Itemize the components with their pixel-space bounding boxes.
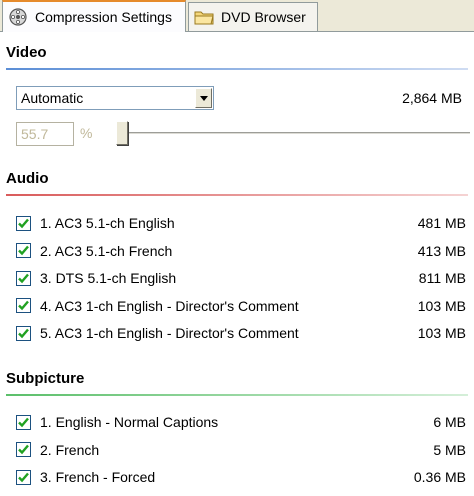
subpicture-track-size: 6 MB (433, 414, 466, 430)
checkmark-icon (18, 444, 29, 455)
video-mode-select[interactable]: Automatic (16, 86, 214, 110)
subpicture-track-label: 1. English - Normal Captions (40, 414, 219, 430)
quality-slider-track[interactable] (120, 132, 470, 135)
video-divider (6, 68, 468, 70)
subpicture-track-label: 3. French - Forced (40, 469, 156, 485)
tab-label: Compression Settings (35, 9, 172, 25)
quality-slider-thumb[interactable] (116, 121, 128, 145)
audio-track-size: 811 MB (418, 270, 466, 286)
subpicture-track-size: 5 MB (433, 441, 466, 458)
folder-icon (193, 6, 215, 28)
audio-track-size: 481 MB (417, 215, 466, 231)
checkmark-icon (18, 218, 29, 228)
quality-input[interactable]: 55.7 (16, 122, 74, 146)
checkmark-icon (18, 417, 29, 427)
checkmark-icon (18, 273, 29, 283)
audio-track-label: 5. AC3 1-ch English - Director's Comment (40, 325, 299, 341)
audio-track-checkbox[interactable] (16, 270, 31, 286)
subpicture-track-row: 3. French - Forced 0.36 MB (16, 466, 466, 488)
audio-track-size: 413 MB (417, 242, 466, 259)
audio-track-size: 103 MB (417, 325, 466, 341)
checkmark-icon (18, 300, 29, 311)
audio-track-size: 103 MB (417, 297, 466, 314)
subpicture-divider (6, 394, 468, 396)
audio-track-row: 3. DTS 5.1-ch English 811 MB (16, 267, 466, 289)
audio-track-row: 4. AC3 1-ch English - Director's Comment… (16, 295, 466, 317)
audio-track-row: 1. AC3 5.1-ch English 481 MB (16, 212, 466, 234)
audio-divider (6, 194, 468, 196)
subpicture-track-label: 2. French (40, 441, 100, 458)
quality-unit: % (80, 125, 93, 141)
checkmark-icon (18, 472, 29, 482)
checkmark-icon (18, 328, 29, 338)
audio-track-label: 3. DTS 5.1-ch English (40, 270, 177, 286)
tab-compression-settings[interactable]: Compression Settings (2, 0, 186, 32)
audio-track-checkbox[interactable] (16, 215, 31, 231)
audio-track-checkbox[interactable] (16, 243, 31, 258)
subpicture-track-checkbox[interactable] (16, 442, 31, 457)
checkmark-icon (18, 245, 29, 256)
audio-track-checkbox[interactable] (16, 325, 31, 341)
subpicture-track-row: 2. French 5 MB (16, 439, 466, 461)
audio-section-title: Audio (6, 170, 49, 187)
tab-label: DVD Browser (221, 9, 306, 25)
audio-track-label: 4. AC3 1-ch English - Director's Comment (40, 297, 299, 314)
audio-track-label: 1. AC3 5.1-ch English (40, 215, 175, 231)
subpicture-track-checkbox[interactable] (16, 414, 31, 430)
audio-track-row: 5. AC3 1-ch English - Director's Comment… (16, 322, 466, 344)
audio-track-row: 2. AC3 5.1-ch French 413 MB (16, 240, 466, 262)
subpicture-track-row: 1. English - Normal Captions 6 MB (16, 411, 466, 433)
subpicture-section-title: Subpicture (6, 370, 85, 387)
tab-dvd-browser[interactable]: DVD Browser (188, 2, 318, 31)
video-mode-value: Automatic (21, 90, 84, 106)
audio-track-label: 2. AC3 5.1-ch French (40, 242, 173, 259)
subpicture-track-size: 0.36 MB (413, 469, 466, 485)
audio-track-checkbox[interactable] (16, 298, 31, 313)
dropdown-arrow-icon[interactable] (195, 88, 212, 108)
tab-bar: Compression Settings DVD Browser (0, 0, 474, 32)
video-size: 2,864 MB (402, 90, 462, 106)
video-section-title: Video (6, 44, 47, 61)
film-reel-icon (7, 6, 29, 28)
subpicture-track-checkbox[interactable] (16, 469, 31, 485)
